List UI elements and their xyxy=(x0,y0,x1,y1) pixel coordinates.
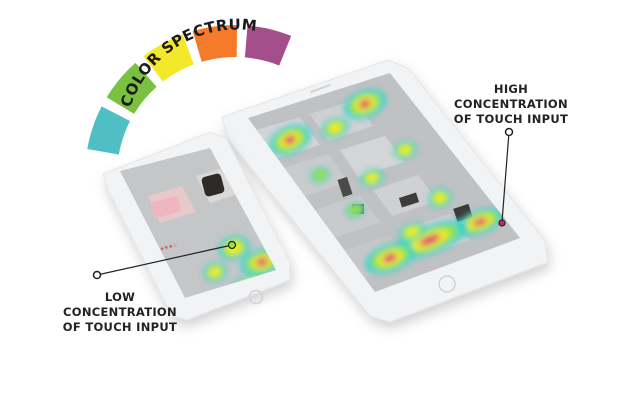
high-concentration-label: HIGH CONCENTRATION OF TOUCH INPUT xyxy=(453,82,569,126)
low-concentration-label: LOW CONCENTRATION OF TOUCH INPUT xyxy=(62,290,178,334)
illustration-svg: COLOR SPECTRUM ★★★★☆ ★★★★☆ xyxy=(87,15,549,323)
heatmap-illustration: COLOR SPECTRUM ★★★★☆ ★★★★☆ HIGH CONCENTR… xyxy=(0,0,628,404)
heat-spot xyxy=(257,292,276,298)
spectrum-segment xyxy=(87,106,131,155)
